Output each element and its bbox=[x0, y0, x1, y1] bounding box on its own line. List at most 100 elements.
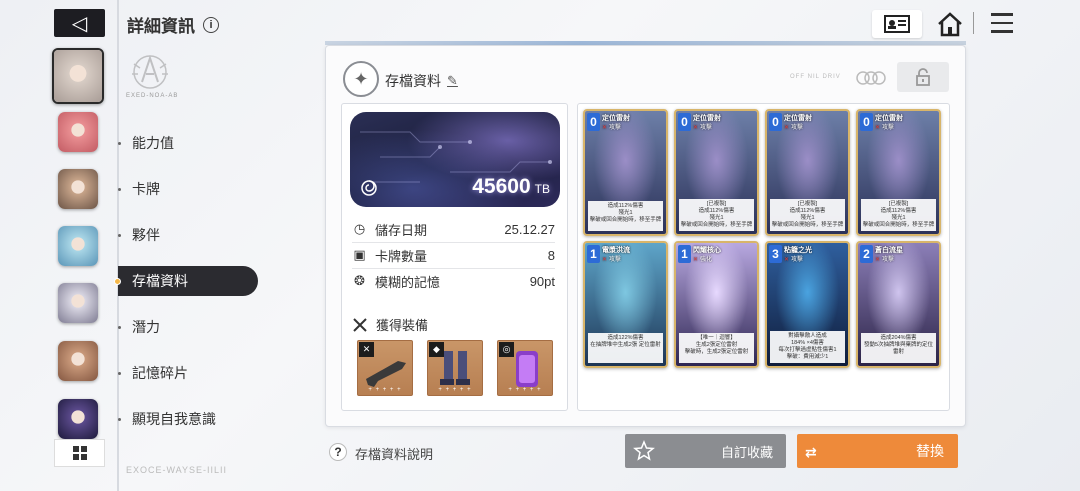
grid-view-button[interactable] bbox=[54, 439, 105, 467]
save-badge-icon: ✦ bbox=[343, 61, 379, 97]
card[interactable]: 0定位雷射攻擊造成112%傷害 殘光1 擊破或回合開始時，移至手牌 bbox=[583, 109, 668, 236]
stat-value: 25.12.27 bbox=[504, 221, 555, 237]
card[interactable]: 0定位雷射攻擊[已複製] 造成112%傷害 殘光1 擊破或回合開始時，移至手牌 bbox=[765, 109, 850, 236]
card-cost: 2 bbox=[860, 245, 873, 263]
custom-collection-label: 自訂收藏 bbox=[720, 444, 773, 460]
sidebar-portrait-3[interactable] bbox=[58, 169, 98, 209]
equip-type-icon: ◆ bbox=[429, 342, 444, 357]
menu-bullet bbox=[118, 233, 121, 237]
menu-bullet bbox=[118, 371, 121, 375]
character-avatar bbox=[58, 283, 98, 323]
sidebar-item-label: 能力值 bbox=[132, 135, 174, 151]
character-avatar bbox=[54, 50, 102, 102]
card[interactable]: 1閃耀核心強化【唯一｜迴響】 生成2張定位雷射 擊破時，生成2張定位雷射 bbox=[674, 241, 759, 368]
save-title[interactable]: 存檔資料 ✎ bbox=[385, 71, 458, 91]
card-description: [已複製] 造成112%傷害 殘光1 擊破或回合開始時，移至手牌 bbox=[861, 199, 936, 231]
lock-icon bbox=[916, 68, 930, 86]
storage-number: 45600 bbox=[472, 175, 531, 198]
sidebar-portrait-7[interactable] bbox=[58, 399, 98, 439]
portrait-strip bbox=[47, 42, 111, 442]
card-cost: 0 bbox=[678, 113, 691, 131]
stat-divider bbox=[352, 242, 555, 243]
sidebar-menu: 能力值卡牌夥伴存檔資料潛力記憶碎片顯現自我意識 bbox=[114, 128, 258, 450]
card-description: 對攝擊敵人造成 184% ×4傷害 每次打擊過虛點性傷害1 擊破：費用減少1 bbox=[770, 331, 845, 363]
emblem-text: EXED-NOA-AB bbox=[126, 93, 179, 99]
sidebar-item-3[interactable]: 夥伴 bbox=[118, 220, 258, 250]
hamburger-icon[interactable] bbox=[991, 13, 1013, 33]
cards-icon: ▣ bbox=[353, 247, 366, 262]
card-cost: 1 bbox=[678, 245, 691, 263]
sidebar-item-1[interactable]: 能力值 bbox=[118, 128, 258, 158]
card-type: 強化 bbox=[693, 254, 712, 263]
sidebar-portrait-2[interactable] bbox=[58, 112, 98, 152]
page-title: 詳細資訊 i bbox=[127, 12, 219, 37]
card-type: 攻擊 bbox=[602, 122, 621, 131]
card-description: 【唯一｜迴響】 生成2張定位雷射 擊破時，生成2張定位雷射 bbox=[679, 333, 754, 363]
lock-button[interactable] bbox=[897, 62, 949, 92]
menu-bullet bbox=[118, 187, 121, 191]
equip-accessory[interactable]: ◎ + + + + + bbox=[497, 340, 553, 396]
card-type: 攻擊 bbox=[784, 254, 803, 263]
edit-icon[interactable]: ✎ bbox=[447, 73, 458, 89]
crossed-swords-icon bbox=[353, 317, 367, 332]
card-description: 造成122%傷害 在抽牌堆中生成2張 定位雷射 bbox=[588, 333, 663, 363]
stat-label: 卡牌數量 bbox=[375, 248, 428, 264]
help-link[interactable]: 存檔資料說明 bbox=[355, 444, 433, 463]
card-description: [已複製] 造成112%傷害 殘光1 擊破或回合開始時，移至手牌 bbox=[770, 199, 845, 231]
card[interactable]: 0定位雷射攻擊[已複製] 造成112%傷害 殘光1 擊破或回合開始時，移至手牌 bbox=[674, 109, 759, 236]
menu-bullet bbox=[114, 277, 121, 285]
sidebar-portrait-1[interactable] bbox=[52, 48, 104, 104]
back-button[interactable]: ◁ bbox=[54, 9, 105, 37]
menu-bullet bbox=[118, 141, 121, 145]
save-title-text: 存檔資料 bbox=[385, 73, 441, 89]
character-avatar bbox=[58, 112, 98, 152]
sidebar-portrait-4[interactable] bbox=[58, 226, 98, 266]
storage-unit: TB bbox=[534, 182, 550, 196]
card-type: 攻擊 bbox=[784, 122, 803, 131]
swirl-icon bbox=[361, 180, 377, 196]
stat-value: 90pt bbox=[529, 273, 555, 289]
sidebar-item-4[interactable]: 存檔資料 bbox=[114, 266, 258, 296]
card[interactable]: 0定位雷射攻擊[已複製] 造成112%傷害 殘光1 擊破或回合開始時，移至手牌 bbox=[856, 109, 941, 236]
topbar-divider bbox=[973, 12, 974, 34]
equip-weapon[interactable]: ✕ + + + + + bbox=[357, 340, 413, 396]
card[interactable]: 1電漿洪流攻擊造成122%傷害 在抽牌堆中生成2張 定位雷射 bbox=[583, 241, 668, 368]
info-icon[interactable]: i bbox=[203, 16, 219, 33]
card-cost: 0 bbox=[769, 113, 782, 131]
equip-stars: + + + + + bbox=[508, 387, 542, 393]
help-icon[interactable]: ? bbox=[329, 443, 347, 461]
equip-type-icon: ✕ bbox=[359, 342, 374, 357]
character-avatar bbox=[58, 341, 98, 381]
character-avatar bbox=[58, 169, 98, 209]
menu-bullet bbox=[118, 417, 121, 421]
card[interactable]: 3粘籠之光攻擊對攝擊敵人造成 184% ×4傷害 每次打擊過虛點性傷害1 擊破：… bbox=[765, 241, 850, 368]
faded-tag: OFF NIL DRIV bbox=[790, 74, 841, 80]
equip-stars: + + + + + bbox=[438, 387, 472, 393]
character-avatar bbox=[58, 399, 98, 439]
grid-icon bbox=[72, 446, 87, 460]
back-icon: ◁ bbox=[71, 12, 88, 35]
sidebar-item-6[interactable]: 記憶碎片 bbox=[118, 358, 258, 388]
sidebar-portrait-5[interactable] bbox=[58, 283, 98, 323]
menu-bullet bbox=[118, 325, 121, 329]
sidebar-item-label: 顯現自我意識 bbox=[132, 411, 216, 427]
clock-icon: ◷ bbox=[353, 221, 366, 236]
replace-button[interactable]: ⇄ 替換 bbox=[797, 434, 958, 468]
custom-collection-button[interactable]: 自訂收藏 bbox=[625, 434, 786, 468]
sidebar-item-7[interactable]: 顯現自我意識 bbox=[118, 404, 258, 434]
sidebar-portrait-6[interactable] bbox=[58, 341, 98, 381]
card[interactable]: 2蒼白流星攻擊造成204%傷害 發動5次抽牌堆與棄牌的定位雷射 bbox=[856, 241, 941, 368]
card-description: 造成112%傷害 殘光1 擊破或回合開始時，移至手牌 bbox=[588, 201, 663, 231]
sidebar-item-2[interactable]: 卡牌 bbox=[118, 174, 258, 204]
equip-armor[interactable]: ◆ + + + + + bbox=[427, 340, 483, 396]
equip-type-icon: ◎ bbox=[499, 342, 514, 357]
sidebar-item-5[interactable]: 潛力 bbox=[118, 312, 258, 342]
sidebar-item-label: 夥伴 bbox=[132, 227, 160, 243]
card-type: 攻擊 bbox=[693, 122, 712, 131]
home-icon[interactable] bbox=[937, 11, 963, 37]
id-card-button[interactable] bbox=[872, 10, 922, 38]
swap-icon: ⇄ bbox=[805, 444, 817, 460]
stat-value: 8 bbox=[547, 247, 555, 263]
card-description: 造成204%傷害 發動5次抽牌堆與棄牌的定位雷射 bbox=[861, 333, 936, 363]
equip-stars: + + + + + bbox=[368, 387, 402, 393]
